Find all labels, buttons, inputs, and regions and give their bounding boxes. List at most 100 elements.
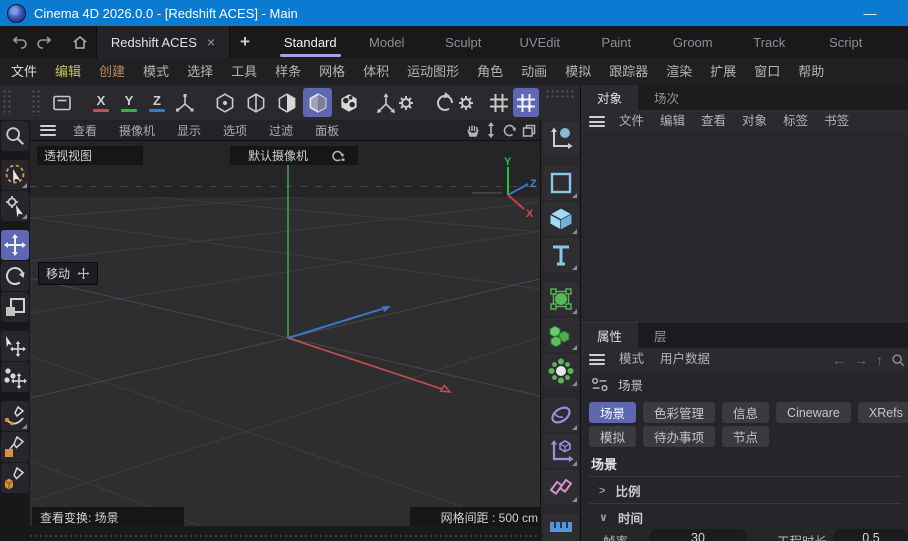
deformer-button[interactable]: [543, 398, 579, 432]
am-hamburger-icon[interactable]: [589, 354, 605, 365]
selection-move-tool[interactable]: [1, 331, 29, 361]
menu-item[interactable]: 窗口: [745, 58, 789, 85]
viewport-menu-item[interactable]: 摄像机: [108, 122, 166, 139]
scale-tool[interactable]: [1, 292, 29, 322]
layout-tab[interactable]: Paint: [578, 26, 655, 58]
redo-button[interactable]: [32, 30, 56, 54]
asset-axis-button[interactable]: [543, 122, 579, 156]
make-editable-button[interactable]: [46, 88, 78, 117]
am-tab-button[interactable]: 场景: [589, 402, 636, 423]
menu-item[interactable]: 角色: [468, 58, 512, 85]
points-move-tool[interactable]: [1, 362, 29, 392]
am-menu-item[interactable]: 模式: [611, 346, 652, 373]
timeline-ruler-button[interactable]: [543, 514, 579, 541]
layout-tab[interactable]: Script: [808, 26, 885, 58]
viewport-canvas[interactable]: 透视视图 默认摄像机 Y Z X 移动 查看变换: 场景 网格间距 : 500 …: [30, 140, 540, 527]
om-menu-item[interactable]: 书签: [816, 108, 857, 135]
menu-item[interactable]: 体积: [354, 58, 398, 85]
points-mode-button[interactable]: [210, 88, 239, 117]
menu-item[interactable]: 模拟: [556, 58, 600, 85]
subdivision-surface-button[interactable]: [543, 282, 579, 316]
view-name-label[interactable]: 透视视图: [37, 146, 143, 165]
menu-item[interactable]: 运动图形: [398, 58, 468, 85]
duration-field-input[interactable]: 0.5: [833, 529, 908, 541]
mograph-cloner-button[interactable]: [543, 354, 579, 388]
am-search-icon[interactable]: [891, 353, 905, 367]
viewport-menu-item[interactable]: 查看: [62, 122, 108, 139]
close-tab-icon[interactable]: ×: [207, 34, 215, 50]
viewport-menu-item[interactable]: 面板: [304, 122, 350, 139]
menu-item[interactable]: 样条: [266, 58, 310, 85]
spline-primitive-button[interactable]: [543, 166, 579, 200]
parent-up-icon[interactable]: ↑: [876, 352, 883, 368]
menu-item[interactable]: 选择: [178, 58, 222, 85]
menu-item[interactable]: 帮助: [789, 58, 833, 85]
viewport-menu-item[interactable]: 过滤: [258, 122, 304, 139]
mode-toggle-icon[interactable]: [591, 377, 609, 392]
menu-item[interactable]: 动画: [512, 58, 556, 85]
history-forward-icon[interactable]: →: [854, 352, 868, 368]
om-menu-item[interactable]: 标签: [775, 108, 816, 135]
am-tab-button[interactable]: Cineware: [776, 402, 851, 423]
history-back-icon[interactable]: ←: [832, 352, 846, 368]
layout-tab[interactable]: UVEdit: [502, 26, 579, 58]
menu-item[interactable]: 渲染: [657, 58, 701, 85]
toolbar-grip[interactable]: [31, 89, 40, 116]
coordinate-system-button[interactable]: [171, 88, 199, 117]
model-mode-button[interactable]: [303, 88, 332, 117]
reset-transform-button[interactable]: [432, 88, 478, 117]
menu-item[interactable]: 跟踪器: [600, 58, 657, 85]
layout-tab[interactable]: Standard: [272, 26, 349, 58]
home-icon[interactable]: [68, 30, 92, 54]
am-tab-button[interactable]: XRefs: [858, 402, 908, 423]
quantize-grid-button[interactable]: [513, 88, 539, 117]
manager-tab[interactable]: 场次: [638, 85, 695, 110]
volume-builder-button[interactable]: [543, 318, 579, 352]
rotate-view-icon[interactable]: [502, 123, 517, 138]
layout-tab[interactable]: Groom: [655, 26, 732, 58]
add-tab-button[interactable]: +: [232, 26, 258, 58]
menu-item[interactable]: 扩展: [701, 58, 745, 85]
search-commander-button[interactable]: [1, 121, 29, 151]
axis-modification-button[interactable]: [372, 88, 418, 117]
am-tab-button[interactable]: 节点: [722, 426, 769, 447]
spline-pen-tool[interactable]: [1, 401, 29, 431]
menu-item[interactable]: 编辑: [46, 58, 90, 85]
layout-tab[interactable]: Sculpt: [425, 26, 502, 58]
am-tab-button[interactable]: 模拟: [589, 426, 636, 447]
object-list-area[interactable]: [581, 133, 908, 323]
manager-tab[interactable]: 属性: [581, 322, 638, 348]
toggle-panel-icon[interactable]: [522, 124, 536, 137]
viewport-menu-item[interactable]: 选项: [212, 122, 258, 139]
toolbar-grip[interactable]: [2, 89, 12, 116]
menu-item[interactable]: 工具: [222, 58, 266, 85]
lock-z-axis-button[interactable]: Z: [144, 88, 170, 117]
lock-x-axis-button[interactable]: X: [88, 88, 114, 117]
edges-mode-button[interactable]: [241, 88, 270, 117]
om-menu-item[interactable]: 查看: [693, 108, 734, 135]
manager-tab[interactable]: 层: [638, 323, 683, 348]
undo-button[interactable]: [8, 30, 32, 54]
pan-view-icon[interactable]: [466, 123, 480, 138]
text-spline-button[interactable]: [543, 238, 579, 272]
layout-tab[interactable]: Model: [349, 26, 426, 58]
pen-square-tool[interactable]: [1, 432, 29, 462]
om-menu-item[interactable]: 文件: [611, 108, 652, 135]
tweak-tool[interactable]: [1, 191, 29, 221]
am-tab-button[interactable]: 色彩管理: [643, 402, 715, 423]
om-menu-item[interactable]: 对象: [734, 108, 775, 135]
camera-name-label[interactable]: 默认摄像机: [230, 146, 326, 165]
group-time[interactable]: ∨ 时间: [599, 508, 643, 527]
dock-divider-dots[interactable]: [30, 535, 540, 537]
toolbar-grip[interactable]: [545, 89, 575, 99]
layout-tab[interactable]: Track: [731, 26, 808, 58]
rotate-tool[interactable]: [1, 261, 29, 291]
am-menu-item[interactable]: 用户数据: [652, 346, 718, 373]
null-axis-button[interactable]: [543, 434, 579, 468]
menu-item[interactable]: 创建: [90, 58, 134, 85]
camera-switch-icon[interactable]: [318, 146, 358, 165]
om-hamburger-icon[interactable]: [589, 116, 605, 127]
menu-item[interactable]: 网格: [310, 58, 354, 85]
minimize-button[interactable]: —: [850, 0, 890, 26]
viewport-menu-item[interactable]: 显示: [166, 122, 212, 139]
